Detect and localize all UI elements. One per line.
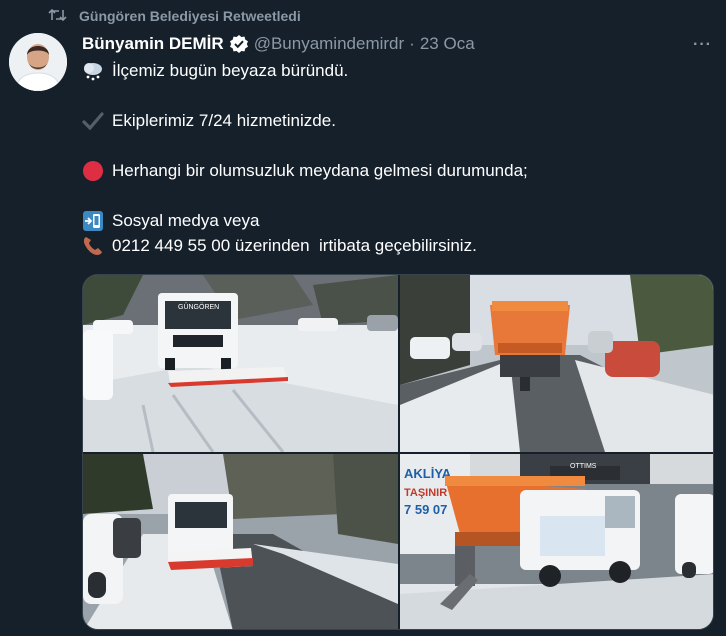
- tweet-header: Bünyamin DEMİR @Bunyamindemirdr · 23 Oca: [82, 32, 710, 56]
- tweet-line-5: 0212 449 55 00 üzerinden irtibata geçebi…: [82, 233, 682, 258]
- tweet-line-4-text: Sosyal medya veya: [112, 211, 260, 230]
- tweet-line-3: Herhangi bir olumsuzluk meydana gelmesi …: [82, 158, 682, 183]
- media-grid: GÜNGÖREN OTTIMS AKLİYA TAŞINIR 7 59 07: [82, 274, 714, 630]
- verified-badge-icon: [229, 34, 249, 54]
- sign-left-2: TAŞINIR: [404, 487, 447, 499]
- tweet-line-1-text: İlçemiz bugün beyaza büründü.: [112, 61, 349, 80]
- snowplow-road-photo[interactable]: [83, 454, 398, 629]
- tweet-date[interactable]: 23 Oca: [420, 34, 475, 54]
- tweet-line-2: Ekiplerimiz 7/24 hizmetinizde.: [82, 108, 682, 133]
- telephone-icon: [82, 235, 106, 257]
- tweet-line-2-text: Ekiplerimiz 7/24 hizmetinizde.: [112, 111, 336, 130]
- shop-sign-text: OTTIMS: [570, 463, 597, 470]
- salt-spreader-rear-photo[interactable]: [400, 275, 713, 452]
- tweet-line-3-text: Herhangi bir olumsuzluk meydana gelmesi …: [112, 161, 528, 180]
- avatar[interactable]: [9, 33, 67, 91]
- retweet-icon: [48, 7, 67, 26]
- author-name[interactable]: Bünyamin DEMİR: [82, 34, 224, 54]
- tweet-line-4: Sosyal medya veya: [82, 208, 682, 233]
- snow-cloud-icon: [82, 60, 106, 82]
- more-icon[interactable]: ···: [693, 36, 712, 54]
- retweet-label[interactable]: Güngören Belediyesi Retweetledi: [79, 8, 301, 24]
- sign-left-1: AKLİYA: [404, 466, 452, 481]
- tweet-line-1: İlçemiz bugün beyaza büründü.: [82, 58, 682, 83]
- retweet-context[interactable]: Güngören Belediyesi Retweetledi: [48, 6, 301, 26]
- red-circle-icon: [82, 160, 106, 182]
- snowplow-front-photo[interactable]: GÜNGÖREN: [83, 275, 398, 452]
- author-handle[interactable]: @Bunyamindemirdr: [254, 34, 404, 54]
- truck-sign-text: GÜNGÖREN: [178, 303, 219, 311]
- mobile-arrow-icon: [82, 210, 106, 232]
- tweet-text: İlçemiz bugün beyaza büründü. Ekiplerimi…: [82, 58, 682, 258]
- check-mark-icon: [82, 110, 106, 132]
- salt-truck-street-photo[interactable]: OTTIMS AKLİYA TAŞINIR 7 59 07: [400, 454, 713, 629]
- tweet-line-5-text: 0212 449 55 00 üzerinden irtibata geçebi…: [112, 236, 477, 255]
- sign-left-3: 7 59 07: [404, 502, 447, 517]
- separator-dot: ·: [409, 34, 415, 53]
